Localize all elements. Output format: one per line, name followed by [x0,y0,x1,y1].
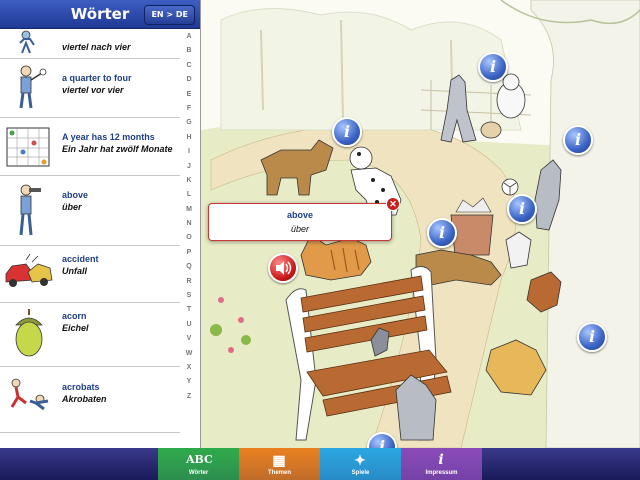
alphabet-letter[interactable]: F [182,102,196,116]
abc-icon: ABC [186,453,213,466]
word-german: über [62,202,82,212]
alphabet-letter[interactable]: O [182,231,196,245]
alphabet-letter[interactable]: P [182,246,196,260]
boy-clock-icon [19,65,47,109]
info-icon[interactable]: i [507,194,537,224]
info-icon[interactable]: i [427,218,457,248]
alphabet-letter[interactable]: W [182,347,196,361]
alphabet-letter[interactable]: S [182,289,196,303]
acrobats-icon [10,378,49,411]
tab-label: Impressum [425,470,458,476]
close-icon[interactable]: ✕ [386,197,400,211]
alphabet-index[interactable]: A B C D E F G H I J K L M N O P Q R S T … [182,30,196,404]
word-german: viertel vor vier [62,85,124,95]
alphabet-letter[interactable]: N [182,217,196,231]
alphabet-letter[interactable]: M [182,203,196,217]
alphabet-letter[interactable]: L [182,188,196,202]
alphabet-letter[interactable]: K [182,174,196,188]
word-english: acrobats [62,382,100,392]
tab-impressum[interactable]: i Impressum [401,448,482,480]
word-german: Akrobaten [62,394,107,404]
alphabet-letter[interactable]: C [182,59,196,73]
word-english: a quarter to four [62,73,132,83]
alphabet-letter[interactable]: A [182,30,196,44]
word-row[interactable]: a quarter to four viertel vor vier [0,59,180,118]
alphabet-letter[interactable]: J [182,160,196,174]
word-popup[interactable]: above über [208,203,392,241]
alphabet-letter[interactable]: E [182,88,196,102]
alphabet-letter[interactable]: G [182,116,196,130]
boy-binoculars-icon [19,184,41,236]
tab-label: Themen [267,470,291,476]
info-icon: i [438,452,444,468]
speaker-glyph [276,261,292,275]
tab-label: Spiele [351,470,370,476]
alphabet-letter[interactable]: X [182,361,196,375]
alphabet-letter[interactable]: D [182,73,196,87]
tab-label: Wörter [188,470,209,476]
alphabet-letter[interactable]: Z [182,390,196,404]
word-english: above [62,190,89,200]
word-german: viertel nach vier [62,42,131,52]
popup-english-word: above [286,210,313,220]
info-icon[interactable]: i [332,117,362,147]
tab-themen[interactable]: ▦ Themen [239,448,320,480]
word-german: Unfall [62,266,88,276]
acorn-icon [15,309,43,357]
alphabet-letter[interactable]: U [182,318,196,332]
language-toggle-button[interactable]: EN > DE [144,5,195,25]
info-icon[interactable]: i [577,322,607,352]
calendar-icon [6,127,50,167]
alphabet-letter[interactable]: R [182,275,196,289]
boy-clock-icon [19,30,35,54]
grid-icon: ▦ [272,452,286,468]
word-row[interactable]: accident Unfall [0,246,180,303]
alphabet-letter[interactable]: Y [182,375,196,389]
car-crash-icon [5,253,53,287]
alphabet-letter[interactable]: B [182,44,196,58]
info-icon[interactable]: i [478,52,508,82]
popup-german-word: über [290,224,309,234]
word-english: A year has 12 months [62,132,155,142]
sidebar-header: Wörter EN > DE [0,0,200,29]
word-list[interactable]: viertel nach vier a quarter to four vier… [0,29,180,433]
tab-spiele[interactable]: ✦ Spiele [320,448,401,480]
word-row[interactable]: above über [0,176,180,246]
word-german: Ein Jahr hat zwölf Monate [62,144,173,154]
tab-woerter[interactable]: ABC Wörter [158,448,239,480]
alphabet-letter[interactable]: Q [182,260,196,274]
alphabet-letter[interactable]: H [182,131,196,145]
word-row[interactable]: A year has 12 months Ein Jahr hat zwölf … [0,118,180,176]
speaker-icon[interactable] [268,253,298,283]
word-sidebar: Wörter EN > DE viertel nach vier a quart… [0,0,201,448]
word-english: acorn [62,311,87,321]
word-row[interactable]: viertel nach vier [0,29,180,59]
word-row[interactable]: acrobats Akrobaten [0,367,180,433]
word-row[interactable]: acorn Eichel [0,303,180,367]
alphabet-letter[interactable]: T [182,303,196,317]
word-english: accident [62,254,99,264]
alphabet-letter[interactable]: I [182,145,196,159]
info-icon[interactable]: i [563,125,593,155]
word-german: Eichel [62,323,89,333]
tab-bar: ABC Wörter ▦ Themen ✦ Spiele i Impressum [0,448,640,480]
alphabet-letter[interactable]: V [182,332,196,346]
puzzle-icon: ✦ [354,452,366,468]
